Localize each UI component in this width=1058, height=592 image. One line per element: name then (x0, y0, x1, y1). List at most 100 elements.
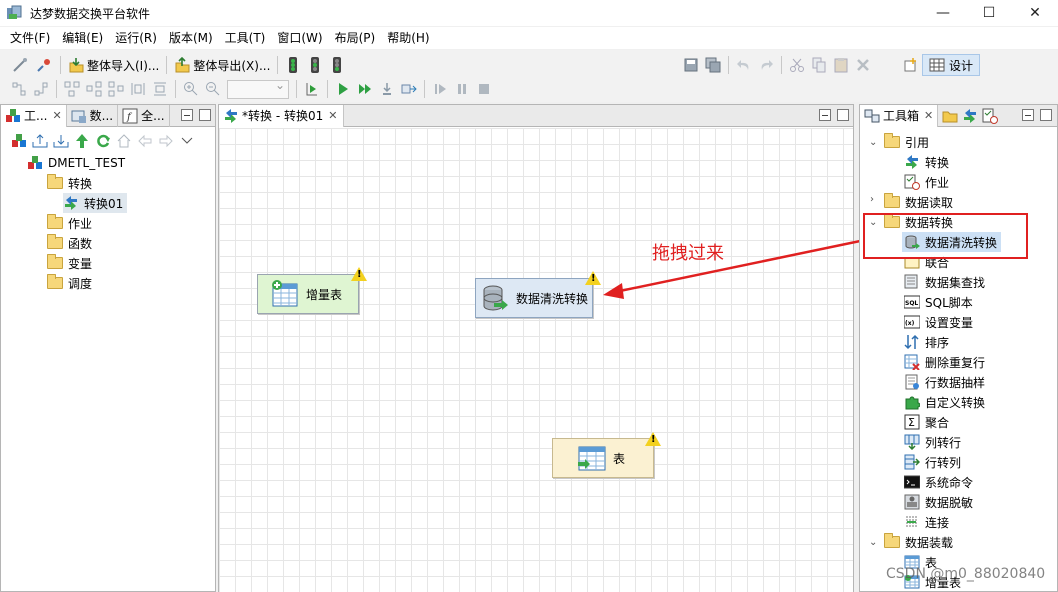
design-perspective-button[interactable]: 设计 (922, 54, 981, 76)
menu-window[interactable]: 窗口(W) (271, 27, 328, 49)
menu-version[interactable]: 版本(M) (163, 27, 219, 49)
cut-icon[interactable] (786, 54, 808, 76)
import-tree-icon[interactable] (53, 133, 69, 149)
maximize-view-button[interactable] (199, 109, 211, 121)
debug-icon[interactable] (376, 78, 398, 100)
toolbox-category-transform[interactable]: 数据转换 (884, 212, 953, 232)
toolbox-category-ref[interactable]: 引用 (884, 132, 929, 152)
traffic-light-icon[interactable] (326, 54, 348, 76)
toolbox-item-custom-transform[interactable]: 自定义转换 (904, 392, 985, 412)
copy-icon[interactable] (808, 54, 830, 76)
chevron-down-icon[interactable]: ⌄ (869, 137, 877, 148)
maximize-button[interactable]: ☐ (966, 0, 1012, 26)
close-icon[interactable]: ✕ (52, 109, 61, 122)
close-icon[interactable]: ✕ (328, 109, 337, 122)
open-perspective-icon[interactable] (900, 54, 922, 76)
transform-icon[interactable] (962, 108, 978, 124)
layout-icon[interactable] (83, 78, 105, 100)
stop-icon[interactable] (473, 78, 495, 100)
menu-help[interactable]: 帮助(H) (381, 27, 435, 49)
zoom-select[interactable] (227, 78, 289, 99)
import-button[interactable]: 整体导入(I)... (65, 54, 162, 76)
node-incremental-table[interactable]: 增量表 (257, 274, 359, 314)
forward-arrow-icon[interactable] (158, 133, 174, 149)
design-canvas[interactable]: 增量表 ! 数据清洗转换 ! 表 ! 拖拽过来 (219, 128, 853, 592)
run-all-icon[interactable] (354, 78, 376, 100)
close-button[interactable]: ✕ (1012, 0, 1058, 26)
disconnect-icon[interactable] (32, 54, 56, 76)
run-icon[interactable] (332, 78, 354, 100)
toolbox-item-rows-to-columns[interactable]: 行转列 (904, 452, 961, 472)
zoom-out-icon[interactable] (202, 78, 224, 100)
tab-toolbox[interactable]: 工具箱 ✕ (860, 104, 939, 127)
menu-layout[interactable]: 布局(P) (329, 27, 382, 49)
tab-project[interactable]: 工... ✕ (1, 104, 67, 127)
back-arrow-icon[interactable] (137, 133, 153, 149)
save-icon[interactable] (680, 54, 702, 76)
toolbox-item-row-sampling[interactable]: 行数据抽样 (904, 372, 985, 392)
align-icon[interactable] (8, 78, 30, 100)
menu-edit[interactable]: 编辑(E) (56, 27, 109, 49)
menu-tools[interactable]: 工具(T) (219, 27, 272, 49)
layout-icon[interactable] (149, 78, 171, 100)
toolbox-item-aggregate[interactable]: Σ 聚合 (904, 412, 949, 432)
chevron-down-icon[interactable]: ⌄ (869, 217, 877, 228)
toolbox-item-sql-script[interactable]: SQL SQL脚本 (903, 292, 973, 312)
resume-icon[interactable] (429, 78, 451, 100)
toolbox-item-data-masking[interactable]: 数据脱敏 (904, 492, 973, 512)
align-icon[interactable] (30, 78, 52, 100)
refresh-icon[interactable] (95, 133, 111, 149)
redo-icon[interactable] (755, 54, 777, 76)
toolbox-item-remove-duplicates[interactable]: 删除重复行 (904, 352, 985, 372)
menu-file[interactable]: 文件(F) (4, 27, 56, 49)
node-table[interactable]: 表 (552, 438, 654, 478)
delete-icon[interactable] (852, 54, 874, 76)
layout-icon[interactable] (105, 78, 127, 100)
tree-item-schedule[interactable]: 调度 (47, 273, 92, 293)
export-tree-icon[interactable] (32, 133, 48, 149)
maximize-view-button[interactable] (837, 109, 849, 121)
menu-run[interactable]: 运行(R) (109, 27, 163, 49)
connect-icon[interactable] (8, 54, 32, 76)
tree-item-transform01[interactable]: 转换01 (63, 193, 128, 213)
job-icon[interactable] (982, 108, 999, 124)
close-icon[interactable]: ✕ (924, 109, 933, 122)
minimize-view-button[interactable] (1022, 109, 1034, 121)
tree-item-function[interactable]: 函数 (47, 233, 92, 253)
tree-item-variable[interactable]: 变量 (47, 253, 92, 273)
toolbox-item-columns-to-rows[interactable]: 列转行 (904, 432, 961, 452)
toolbox-item-set-variable[interactable]: (x) 设置变量 (903, 312, 973, 332)
minimize-button[interactable]: — (920, 0, 966, 26)
tab-transform01[interactable]: *转换 - 转换01 ✕ (219, 104, 345, 127)
export-button[interactable]: 整体导出(X)... (171, 54, 273, 76)
toolbox-item-transform[interactable]: 转换 (904, 152, 949, 172)
toolbox-item-sort[interactable]: 排序 (904, 332, 949, 352)
toolbox-item-union[interactable]: 联合 (904, 252, 949, 272)
zoom-in-icon[interactable] (180, 78, 202, 100)
node-data-cleanse[interactable]: 数据清洗转换 (475, 278, 593, 318)
traffic-light-icon[interactable] (282, 54, 304, 76)
toolbox-item-dataset-lookup[interactable]: 数据集查找 (904, 272, 985, 292)
save-all-icon[interactable] (702, 54, 724, 76)
toolbox-item-system-command[interactable]: 系统命令 (903, 472, 973, 492)
toolbox-item-join[interactable]: 连接 (904, 512, 949, 532)
tree-root[interactable]: DMETL_TEST (27, 153, 125, 173)
chevron-right-icon[interactable]: › (870, 194, 874, 205)
layout-icon[interactable] (61, 78, 83, 100)
layout-icon[interactable] (127, 78, 149, 100)
toolbox-category-read[interactable]: 数据读取 (884, 192, 953, 212)
run-config-icon[interactable] (301, 78, 323, 100)
up-arrow-icon[interactable] (74, 133, 90, 149)
pause-icon[interactable] (451, 78, 473, 100)
toolbox-item-job[interactable]: 作业 (904, 172, 949, 192)
minimize-view-button[interactable] (181, 109, 193, 121)
paste-icon[interactable] (830, 54, 852, 76)
tree-item-job[interactable]: 作业 (47, 213, 92, 233)
maximize-view-button[interactable] (1040, 109, 1052, 121)
home-icon[interactable] (116, 133, 132, 149)
step-icon[interactable] (398, 78, 420, 100)
undo-icon[interactable] (733, 54, 755, 76)
project-icon[interactable] (11, 133, 27, 149)
tree-item-transform[interactable]: 转换 (47, 173, 92, 193)
toolbox-item-data-cleanse[interactable]: 数据清洗转换 (902, 232, 1002, 252)
